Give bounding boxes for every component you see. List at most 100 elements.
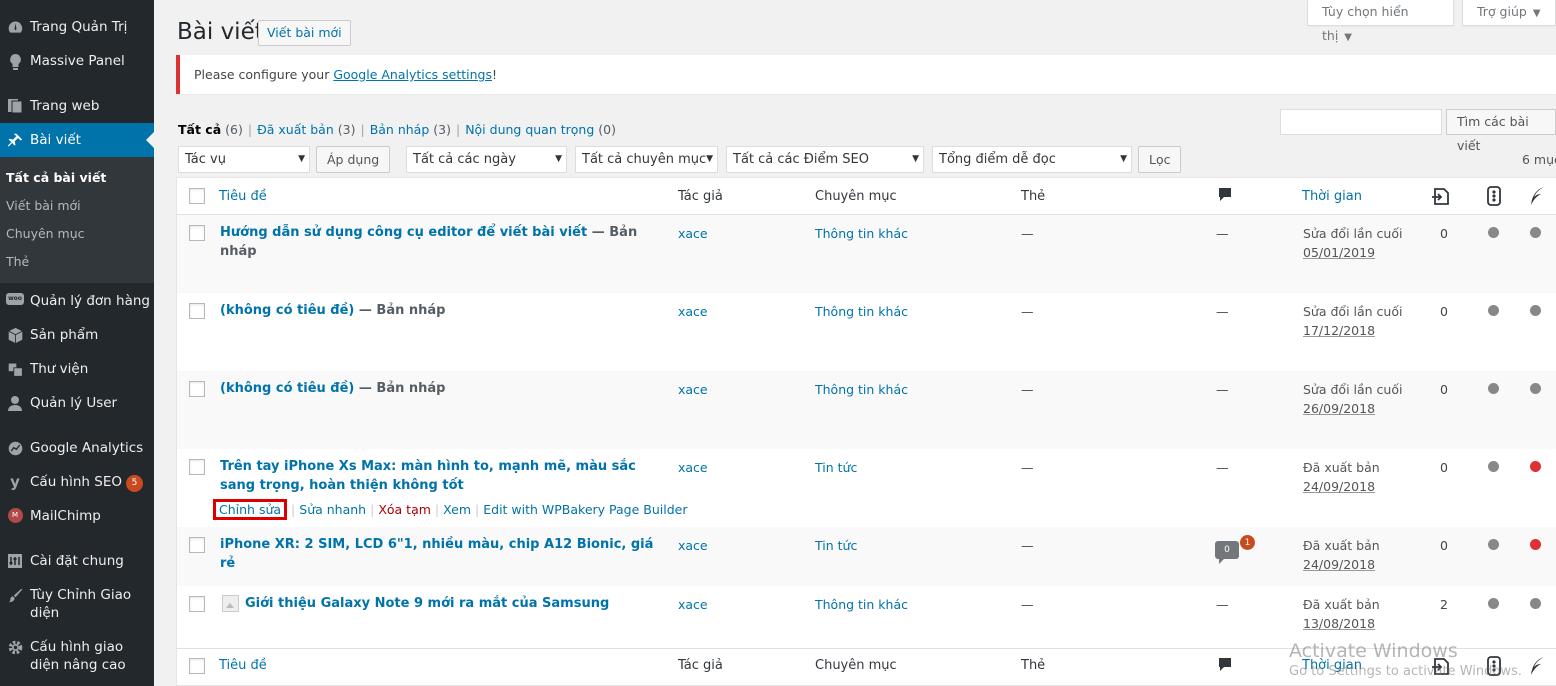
select-all-checkbox[interactable] (189, 658, 205, 674)
date-status: Đã xuất bản (1303, 597, 1380, 612)
date-status: Đã xuất bản (1303, 538, 1380, 553)
post-title-link[interactable]: Giới thiệu Galaxy Note 9 mới ra mắt của … (245, 596, 609, 611)
author-link[interactable]: xace (678, 304, 708, 319)
filter-published[interactable]: Đã xuất bản (257, 122, 334, 137)
triangle-down-icon: ▼ (1344, 32, 1352, 43)
date-cell: Đã xuất bản 24/09/2018 (1303, 458, 1380, 496)
post-title-link[interactable]: (không có tiêu đề) (220, 381, 354, 396)
filter-cornerstone[interactable]: Nội dung quan trọng (465, 122, 594, 137)
menu-posts[interactable]: Bài viết (0, 123, 154, 157)
post-title-link[interactable]: (không có tiêu đề) (220, 303, 354, 318)
comment-icon[interactable] (1218, 657, 1232, 677)
date-value: 26/09/2018 (1303, 401, 1376, 416)
row-checkbox[interactable] (189, 459, 205, 475)
author-link[interactable]: xace (678, 226, 708, 241)
category-link[interactable]: Thông tin khác (815, 597, 908, 612)
category-link[interactable]: Tin tức (815, 538, 857, 553)
filter-all[interactable]: Tất cả (178, 122, 221, 137)
menu-label: Cấu hình giao diện nâng cao (30, 639, 126, 673)
row-checkbox[interactable] (189, 596, 205, 612)
apply-button[interactable]: Áp dụng (316, 146, 391, 173)
category-filter-select[interactable]: Tất cả chuyên mục ▼ (575, 146, 718, 173)
menu-google-analytics[interactable]: Google Analytics (0, 439, 154, 457)
gear-icon (0, 638, 30, 656)
author-link[interactable]: xace (678, 538, 708, 553)
seo-filter-value: Tất cả các Điểm SEO (733, 152, 869, 167)
readability-dot (1530, 383, 1541, 394)
wpbakery-action[interactable]: Edit with WPBakery Page Builder (483, 502, 687, 517)
post-title-link[interactable]: Hướng dẫn sử dụng công cụ editor để viết… (220, 225, 587, 240)
quick-edit-action[interactable]: Sửa nhanh (299, 502, 366, 517)
screen-options-button[interactable]: Tùy chọn hiển thị ▼ (1307, 0, 1454, 43)
internal-links-icon (1430, 655, 1452, 681)
submenu-categories[interactable]: Chuyên mục (6, 226, 85, 241)
readability-filter-select[interactable]: Tổng điểm dễ đọc ▼ (932, 146, 1132, 173)
select-all-checkbox[interactable] (189, 188, 205, 204)
tags-value: — (1021, 460, 1034, 475)
category-link[interactable]: Thông tin khác (815, 382, 908, 397)
filter-button[interactable]: Lọc (1138, 146, 1182, 173)
menu-seo[interactable]: y Cấu hình SEO 5 (0, 473, 154, 492)
view-action[interactable]: Xem (443, 502, 471, 517)
author-link[interactable]: xace (678, 382, 708, 397)
tags-value: — (1021, 538, 1034, 553)
settings-icon (0, 552, 30, 569)
search-input[interactable] (1280, 109, 1442, 135)
analytics-settings-link[interactable]: Google Analytics settings (333, 67, 492, 82)
menu-label: Massive Panel (30, 53, 125, 69)
column-title[interactable]: Tiêu đề (219, 189, 267, 204)
menu-pages[interactable]: Trang web (0, 97, 154, 115)
submenu-tags[interactable]: Thẻ (6, 254, 29, 269)
menu-advanced-theme[interactable]: Cấu hình giao diện nâng cao (0, 638, 154, 674)
menu-label: Cài đặt chung (30, 553, 124, 569)
readability-dot (1530, 461, 1541, 472)
menu-label: MailChimp (30, 508, 101, 524)
filter-count: (3) (433, 122, 451, 137)
menu-media[interactable]: Thư viện (0, 360, 154, 378)
seo-filter-select[interactable]: Tất cả các Điểm SEO ▼ (726, 146, 924, 173)
filter-drafts[interactable]: Bản nháp (370, 122, 430, 137)
add-new-post-button[interactable]: Viết bài mới (258, 20, 351, 46)
menu-users[interactable]: Quản lý User (0, 394, 154, 412)
menu-customize[interactable]: Tùy Chỉnh Giao diện (0, 586, 154, 622)
trash-action[interactable]: Xóa tạm (378, 502, 431, 517)
row-checkbox[interactable] (189, 303, 205, 319)
menu-products[interactable]: Sản phẩm (0, 326, 154, 344)
comment-icon[interactable] (1218, 187, 1232, 207)
menu-massive-panel[interactable]: Massive Panel (0, 52, 154, 71)
menu-label: Cấu hình SEO 5 (30, 473, 154, 492)
column-tags: Thẻ (1021, 189, 1046, 204)
menu-mailchimp[interactable]: M MailChimp (0, 507, 154, 525)
bulk-action-select[interactable]: Tác vụ ▼ (178, 146, 310, 173)
woo-icon: woo (0, 292, 30, 305)
column-date[interactable]: Thời gian (1302, 658, 1362, 673)
category-link[interactable]: Thông tin khác (815, 226, 908, 241)
author-link[interactable]: xace (678, 597, 708, 612)
seo-score-dot (1488, 383, 1499, 394)
column-date[interactable]: Thời gian (1302, 189, 1362, 204)
brush-icon (0, 586, 30, 604)
menu-dashboard[interactable]: Trang Quản Trị (0, 18, 154, 36)
edit-action[interactable]: Chỉnh sửa (219, 502, 281, 517)
submenu-all-posts[interactable]: Tất cả bài viết (6, 170, 106, 185)
row-checkbox[interactable] (189, 225, 205, 241)
help-button[interactable]: Trợ giúp ▼ (1462, 0, 1556, 26)
post-title-link[interactable]: iPhone XR: 2 SIM, LCD 6"1, nhiều màu, ch… (220, 537, 653, 571)
category-link[interactable]: Tin tức (815, 460, 857, 475)
item-count: 6 mục (1522, 152, 1556, 167)
column-title[interactable]: Tiêu đề (219, 658, 267, 673)
row-checkbox[interactable] (189, 537, 205, 553)
author-link[interactable]: xace (678, 460, 708, 475)
comments-value: — (1216, 382, 1229, 397)
search-posts-button[interactable]: Tìm các bài viết (1446, 109, 1556, 153)
submenu-add-new[interactable]: Viết bài mới (6, 198, 81, 213)
row-checkbox[interactable] (189, 381, 205, 397)
menu-settings[interactable]: Cài đặt chung (0, 552, 154, 570)
notification-badge: 5 (125, 475, 143, 492)
post-title-link[interactable]: Trên tay iPhone Xs Max: màn hình to, mạn… (220, 459, 636, 493)
comment-bubble[interactable]: 0 (1215, 541, 1239, 564)
menu-orders[interactable]: woo Quản lý đơn hàng (0, 292, 154, 310)
post-title-cell: Hướng dẫn sử dụng công cụ editor để viết… (220, 223, 670, 261)
date-filter-select[interactable]: Tất cả các ngày ▼ (406, 146, 567, 173)
category-link[interactable]: Thông tin khác (815, 304, 908, 319)
